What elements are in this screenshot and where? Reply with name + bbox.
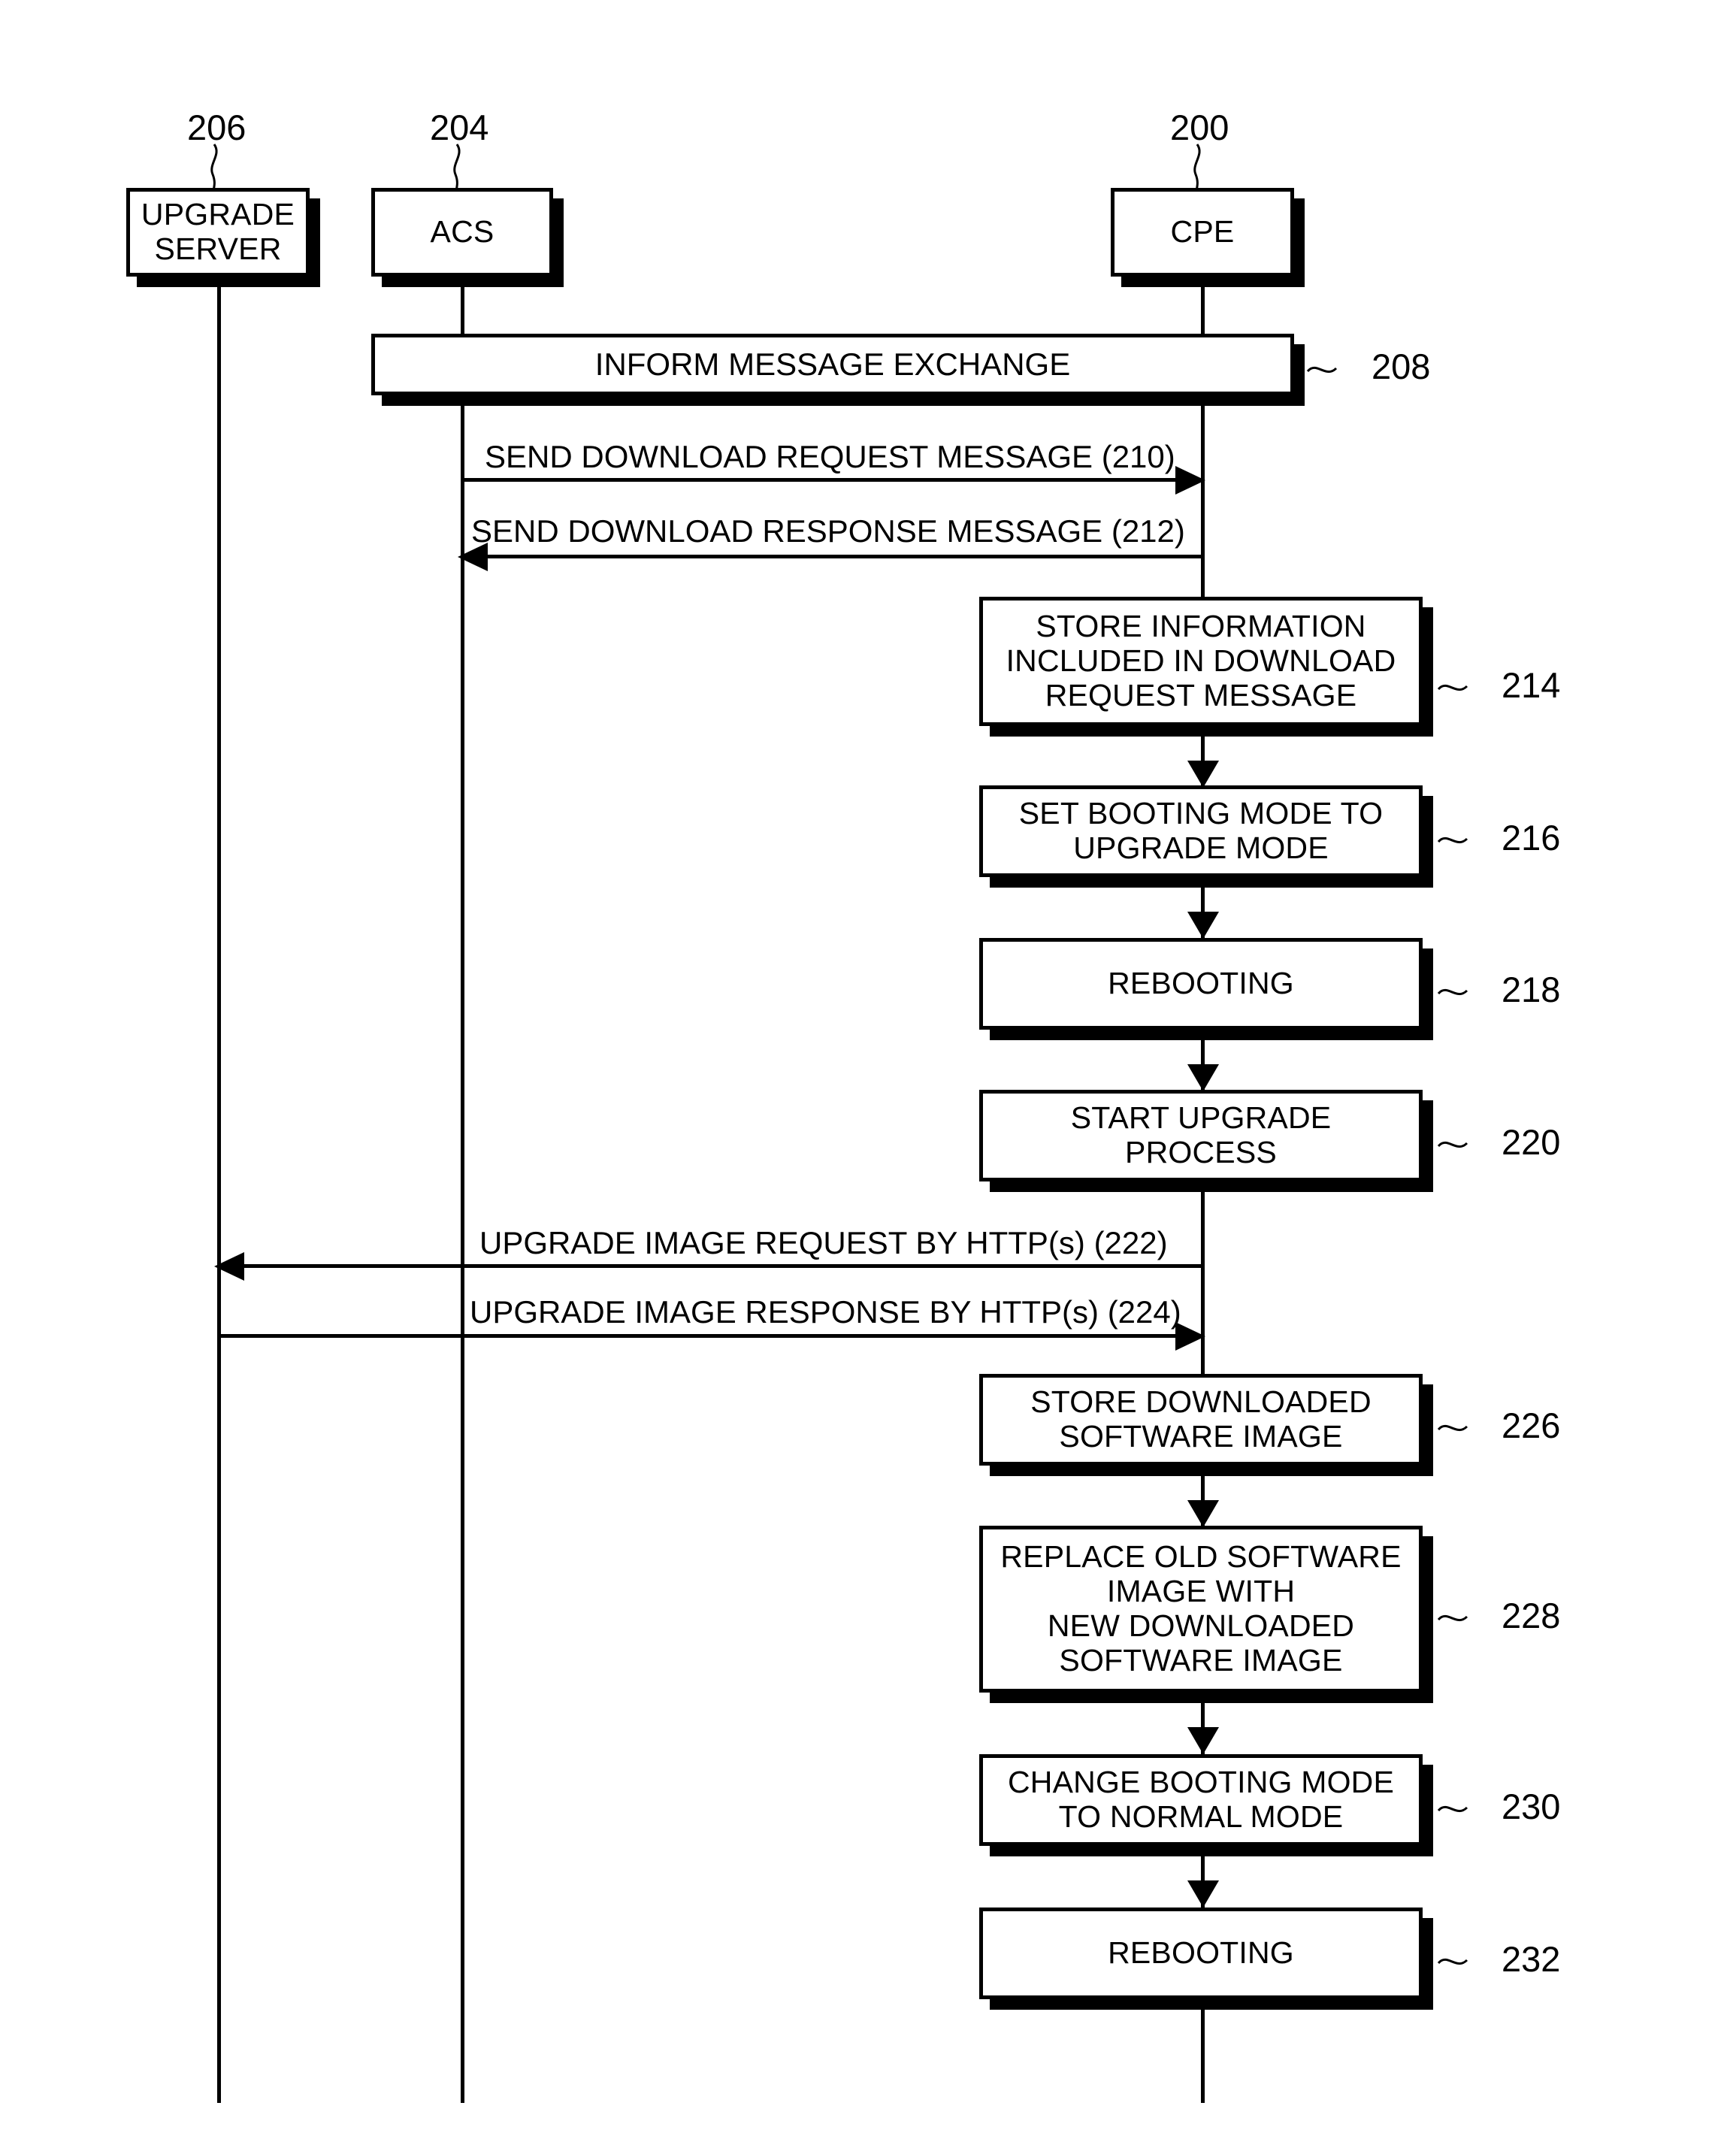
- process-box-start-upgrade-process[interactable]: START UPGRADE PROCESS: [979, 1090, 1423, 1181]
- arrowhead-down-216: [1187, 761, 1219, 788]
- process-label-replace-old-line2: IMAGE WITH: [1106, 1574, 1296, 1609]
- leader-line-228: [1437, 1614, 1468, 1622]
- process-label-replace-old-line3: NEW DOWNLOADED: [1047, 1608, 1355, 1643]
- connector-to-step-214: [1201, 555, 1205, 598]
- message-label-send-download-request: SEND DOWNLOAD REQUEST MESSAGE (210): [485, 439, 1175, 474]
- arrowhead-down-218: [1187, 912, 1219, 939]
- actor-label-upgrade-server-line2: SERVER: [154, 231, 282, 266]
- inform-message-exchange-label: INFORM MESSAGE EXCHANGE: [594, 346, 1071, 383]
- process-label-rebooting-second: REBOOTING: [1108, 1935, 1294, 1971]
- ref-numeral-216: 216: [1502, 818, 1561, 858]
- message-arrow-send-download-request: [461, 478, 1201, 482]
- arrowhead-left-212: [458, 543, 488, 571]
- leader-line-206: [210, 144, 218, 192]
- process-label-start-upgrade-line1: START UPGRADE: [1070, 1100, 1332, 1136]
- leader-line-226: [1437, 1424, 1468, 1432]
- process-label-store-information-line1: STORE INFORMATION: [1036, 609, 1366, 644]
- process-box-replace-old-software-image[interactable]: REPLACE OLD SOFTWARE IMAGE WITH NEW DOWN…: [979, 1526, 1423, 1693]
- process-box-store-downloaded-software-image[interactable]: STORE DOWNLOADED SOFTWARE IMAGE: [979, 1374, 1423, 1466]
- ref-numeral-228: 228: [1502, 1596, 1561, 1635]
- arrowhead-left-222: [214, 1252, 244, 1281]
- leader-line-220: [1437, 1141, 1468, 1148]
- message-arrow-upgrade-image-request: [217, 1264, 1205, 1268]
- process-box-rebooting-first[interactable]: REBOOTING: [979, 938, 1423, 1030]
- leader-line-204: [453, 144, 461, 192]
- arrowhead-down-228: [1187, 1500, 1219, 1527]
- process-label-store-downloaded-line2: SOFTWARE IMAGE: [1059, 1419, 1343, 1454]
- process-label-change-booting-line1: CHANGE BOOTING MODE: [1007, 1765, 1395, 1800]
- ref-numeral-232: 232: [1502, 1939, 1561, 1979]
- message-label-upgrade-image-response: UPGRADE IMAGE RESPONSE BY HTTP(s) (224): [470, 1294, 1181, 1330]
- leader-line-216: [1437, 837, 1468, 844]
- arrowhead-right-210: [1175, 466, 1205, 495]
- process-label-store-information-line3: REQUEST MESSAGE: [1045, 677, 1357, 712]
- arrowhead-down-232: [1187, 1880, 1219, 1908]
- process-label-change-booting-line2: TO NORMAL MODE: [1058, 1799, 1344, 1834]
- ref-numeral-206: 206: [187, 107, 246, 147]
- process-box-change-booting-mode-normal[interactable]: CHANGE BOOTING MODE TO NORMAL MODE: [979, 1754, 1423, 1846]
- process-label-store-information-line2: INCLUDED IN DOWNLOAD: [1006, 643, 1396, 679]
- leader-line-200: [1193, 144, 1201, 192]
- process-label-start-upgrade-line2: PROCESS: [1125, 1135, 1277, 1169]
- actor-box-acs[interactable]: ACS: [371, 188, 553, 277]
- ref-numeral-226: 226: [1502, 1405, 1561, 1445]
- actor-label-cpe: CPE: [1170, 214, 1235, 250]
- actor-label-acs: ACS: [430, 214, 494, 250]
- lifeline-upgrade-server: [217, 277, 221, 2103]
- process-label-store-downloaded-line1: STORE DOWNLOADED: [1030, 1384, 1372, 1420]
- process-label-rebooting-first: REBOOTING: [1108, 966, 1294, 1001]
- message-arrow-upgrade-image-response: [217, 1334, 1205, 1338]
- arrowhead-down-230: [1187, 1727, 1219, 1754]
- process-box-rebooting-second[interactable]: REBOOTING: [979, 1908, 1423, 1999]
- inform-message-exchange-bar[interactable]: INFORM MESSAGE EXCHANGE: [371, 334, 1294, 395]
- leader-line-232: [1437, 1958, 1468, 1965]
- process-label-replace-old-line4: SOFTWARE IMAGE: [1059, 1642, 1343, 1678]
- ref-numeral-208: 208: [1372, 346, 1431, 386]
- ref-numeral-230: 230: [1502, 1787, 1561, 1826]
- message-arrow-send-download-response: [461, 555, 1201, 558]
- ref-numeral-204: 204: [430, 107, 489, 147]
- figure-canvas: 206 204 200 UPGRADE SERVER ACS CPE INFOR…: [0, 0, 1736, 2142]
- leader-line-214: [1437, 684, 1468, 691]
- ref-numeral-218: 218: [1502, 970, 1561, 1009]
- ref-numeral-214: 214: [1502, 665, 1561, 705]
- message-label-send-download-response: SEND DOWNLOAD RESPONSE MESSAGE (212): [471, 513, 1185, 549]
- arrowhead-right-224: [1175, 1322, 1205, 1351]
- actor-label-upgrade-server-line1: UPGRADE: [141, 197, 295, 232]
- actor-box-upgrade-server[interactable]: UPGRADE SERVER: [126, 188, 310, 277]
- process-label-replace-old-line1: REPLACE OLD SOFTWARE: [1000, 1539, 1402, 1575]
- message-label-upgrade-image-request: UPGRADE IMAGE REQUEST BY HTTP(s) (222): [479, 1225, 1168, 1260]
- leader-line-230: [1437, 1805, 1468, 1813]
- process-box-set-booting-mode-upgrade[interactable]: SET BOOTING MODE TO UPGRADE MODE: [979, 785, 1423, 877]
- ref-numeral-200: 200: [1170, 107, 1229, 147]
- process-label-set-booting-mode-line2: UPGRADE MODE: [1073, 830, 1329, 865]
- actor-box-cpe[interactable]: CPE: [1111, 188, 1294, 277]
- leader-line-208: [1306, 366, 1338, 374]
- arrowhead-down-220: [1187, 1064, 1219, 1091]
- ref-numeral-220: 220: [1502, 1122, 1561, 1162]
- process-label-set-booting-mode-line1: SET BOOTING MODE TO: [1018, 796, 1384, 831]
- process-box-store-information[interactable]: STORE INFORMATION INCLUDED IN DOWNLOAD R…: [979, 597, 1423, 726]
- leader-line-218: [1437, 988, 1468, 996]
